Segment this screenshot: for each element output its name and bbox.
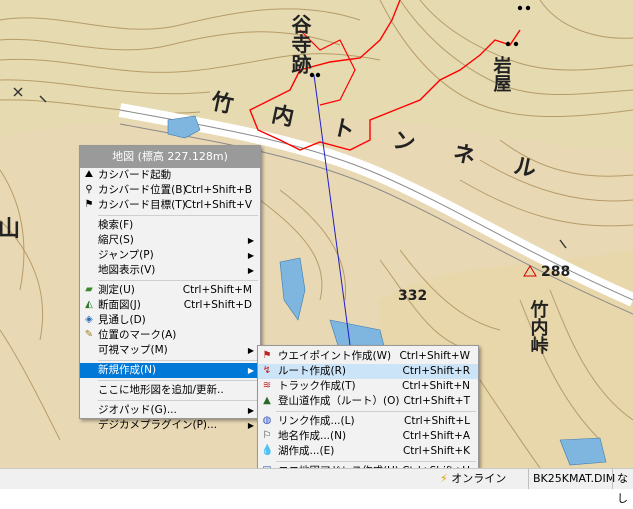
lake-icon: 💧 <box>261 445 274 456</box>
menu-item-new[interactable]: 新規作成(N) ▶ <box>80 363 260 378</box>
status-extra: なし <box>612 469 633 505</box>
map-label-yama: 山 <box>0 217 20 242</box>
chevron-right-icon: ▶ <box>247 236 254 245</box>
chevron-right-icon: ▶ <box>247 406 254 415</box>
context-menu: 地図 (標高 227.128m) ⛰ カシバード起動 ⚲ カシバード位置(B) … <box>79 145 261 431</box>
menu-item-map-display[interactable]: 地図表示(V) ▶ <box>80 263 260 278</box>
menu-item-measure[interactable]: ▰ 測定(U) Ctrl+Shift+M <box>80 283 260 298</box>
menu-item-kashmir-target[interactable]: ⚑ カシバード目標(T) Ctrl+Shift+V <box>80 198 260 213</box>
menu-item-position-mark[interactable]: ✎ 位置のマーク(A) <box>80 328 260 343</box>
waypoint-icon: ⚑ <box>262 350 272 361</box>
submenu-item-link[interactable]: ◍ リンク作成...(L) Ctrl+Shift+L <box>258 414 478 429</box>
menu-separator <box>98 360 258 361</box>
submenu-item-waypoint[interactable]: ⚑ ウエイポイント作成(W) Ctrl+Shift+W <box>258 349 478 364</box>
menu-item-jump[interactable]: ジャンプ(P) ▶ <box>80 248 260 263</box>
kashmir-pos-icon: ⚲ <box>85 184 93 195</box>
menu-item-visible-map[interactable]: 可視マップ(M) ▶ <box>80 343 260 358</box>
submenu-item-route[interactable]: ↯ ルート作成(R) Ctrl+Shift+R <box>258 364 478 379</box>
ruler-icon: ▰ <box>85 284 93 295</box>
new-submenu: ⚑ ウエイポイント作成(W) Ctrl+Shift+W ↯ ルート作成(R) C… <box>257 345 479 477</box>
route-icon: ↯ <box>262 365 272 376</box>
menu-separator <box>98 215 258 216</box>
map-label-elev-288: 288 <box>541 264 570 280</box>
placename-icon: ⚐ <box>262 430 272 441</box>
menu-item-kashmir-start[interactable]: ⛰ カシバード起動 <box>80 168 260 183</box>
menu-separator <box>98 280 258 281</box>
map-label-iwaya: 岩屋 <box>491 55 513 93</box>
link-icon: ◍ <box>262 415 272 426</box>
chevron-right-icon: ▶ <box>247 266 254 275</box>
chevron-right-icon: ▶ <box>247 421 254 430</box>
menu-item-sight[interactable]: ◈ 見通し(D) <box>80 313 260 328</box>
map-label-takenouchi-pass: 竹内峠 <box>528 299 550 355</box>
context-menu-title: 地図 (標高 227.128m) <box>80 146 260 168</box>
chevron-right-icon: ▶ <box>247 251 254 260</box>
menu-separator <box>276 461 476 462</box>
track-icon: ≋ <box>262 380 272 391</box>
status-bar: ⚡ オンライン BK25KMAT.DIM なし <box>0 468 633 505</box>
lightning-icon: ⚡ <box>440 472 448 485</box>
trail-icon: ▲ <box>263 395 271 406</box>
submenu-item-trail[interactable]: ▲ 登山道作成（ルート）(O) Ctrl+Shift+T <box>258 394 478 409</box>
menu-separator <box>98 380 258 381</box>
submenu-item-lake[interactable]: 💧 湖作成...(E) Ctrl+Shift+K <box>258 444 478 459</box>
kashmir-target-icon: ⚑ <box>84 199 94 210</box>
menu-item-scale[interactable]: 縮尺(S) ▶ <box>80 233 260 248</box>
kashmir-start-icon: ⛰ <box>84 169 94 180</box>
menu-item-profile[interactable]: ◭ 断面図(J) Ctrl+Shift+D <box>80 298 260 313</box>
chevron-right-icon: ▶ <box>247 366 254 375</box>
chevron-right-icon: ▶ <box>247 346 254 355</box>
map-label-tanidera: 谷寺跡 <box>288 14 312 74</box>
submenu-item-track[interactable]: ≋ トラック作成(T) Ctrl+Shift+N <box>258 379 478 394</box>
sight-icon: ◈ <box>85 314 93 325</box>
menu-item-search[interactable]: 検索(F) <box>80 218 260 233</box>
online-status: ⚡ オンライン <box>440 472 507 485</box>
menu-separator <box>276 411 476 412</box>
menu-item-geopad[interactable]: ジオパッド(G)... ▶ <box>80 403 260 418</box>
submenu-item-placename[interactable]: ⚐ 地名作成...(N) Ctrl+Shift+A <box>258 429 478 444</box>
profile-icon: ◭ <box>85 299 93 310</box>
map-label-elev-332: 332 <box>398 288 427 304</box>
menu-item-camera-plugin[interactable]: デジカメプラグイン(P)... ▶ <box>80 418 260 433</box>
menu-item-add-topo-map[interactable]: ここに地形図を追加/更新.. <box>80 383 260 398</box>
menu-item-kashmir-position[interactable]: ⚲ カシバード位置(B) Ctrl+Shift+B <box>80 183 260 198</box>
map-file-name: BK25KMAT.DIM <box>528 469 619 489</box>
menu-separator <box>98 400 258 401</box>
pin-icon: ✎ <box>84 329 94 340</box>
